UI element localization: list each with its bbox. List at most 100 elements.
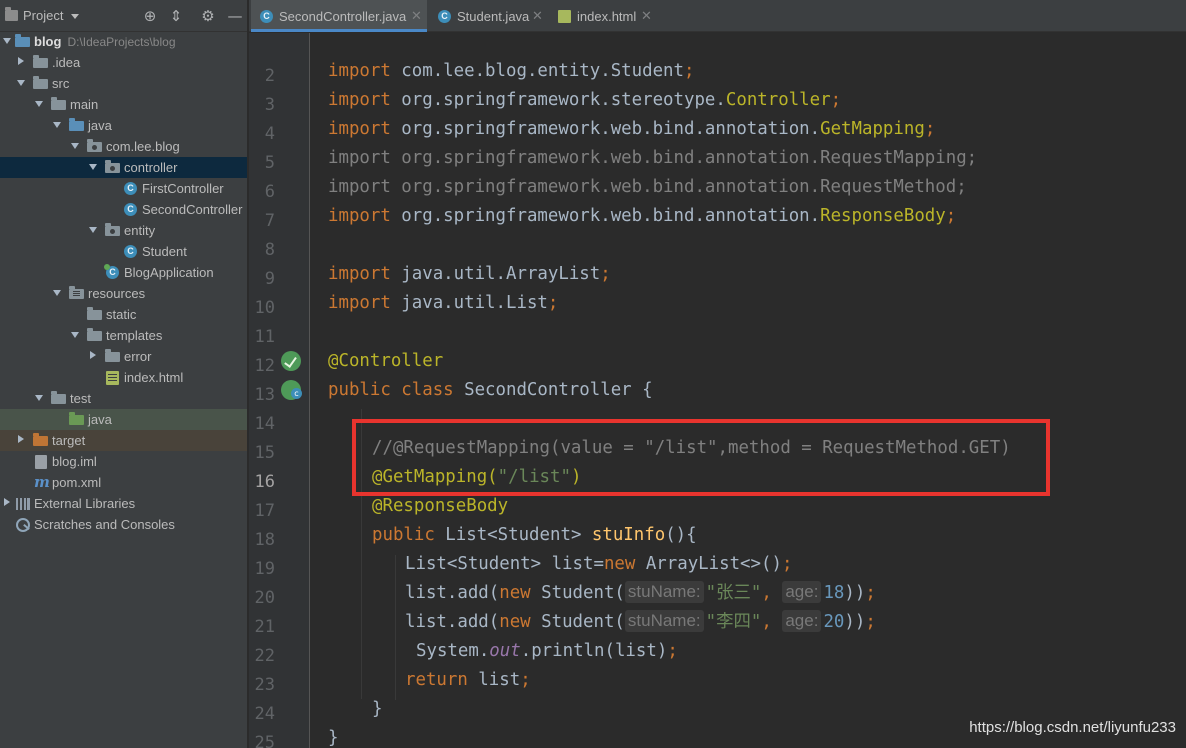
chevron-down-icon[interactable] [71,14,79,19]
line-number: 15 [254,443,275,463]
line-number: 5 [264,153,275,173]
folder-icon [105,349,120,362]
gear-icon[interactable]: ⚙ [199,7,217,25]
editor-gutter: 2 3 4 5 6 7 8 9 10 11 12 13 14 15 16 17 … [249,33,346,748]
param-hint: stuName: [624,581,704,603]
tree-item-target[interactable]: target [0,430,247,451]
html-file-icon [106,371,119,385]
scratches-icon [16,518,30,532]
tree-item-label: blog [34,34,62,49]
java-class-icon: C [124,182,137,195]
tree-item-label: FirstController [142,181,224,196]
code-line-26: } [328,728,339,748]
tree-item-index-html[interactable]: index.html [0,367,247,388]
tree-item-label: controller [124,160,178,175]
chevron-down-icon[interactable] [52,288,62,298]
tree-item-pom-xml[interactable]: m pom.xml [0,472,247,493]
tree-item-test-java[interactable]: java [0,409,247,430]
tree-item-blog-application[interactable]: C BlogApplication [0,262,247,283]
line-number: 22 [254,646,275,666]
tree-item-scratches[interactable]: Scratches and Consoles [0,514,247,535]
chevron-right-icon[interactable] [88,351,98,361]
spring-bean-icon[interactable] [281,351,301,371]
collapse-all-icon[interactable]: ⇕ [167,7,185,25]
project-panel: Project ⊕ ⇕ ⚙ — blog D:\IdeaProjects\blog… [0,0,248,748]
line-number: 17 [254,501,275,521]
line-number: 6 [264,182,275,202]
tree-item-external-libraries[interactable]: External Libraries [0,493,247,514]
chevron-down-icon[interactable] [70,330,80,340]
hide-panel-icon[interactable]: — [226,7,244,25]
spring-class-icon[interactable] [281,380,302,400]
editor-tab-bar: C SecondController.java ✕ C Student.java… [249,0,1186,32]
java-class-icon: C [260,10,273,23]
code-line-14: public class SecondController { [328,380,653,400]
chevron-down-icon[interactable] [88,162,98,172]
html-file-icon [558,10,571,23]
code-editor[interactable]: import com.lee.blog.entity.Student; impo… [311,33,1186,748]
line-number: 3 [264,95,275,115]
close-icon[interactable]: ✕ [411,8,422,24]
indent-guide [395,555,396,700]
line-number: 20 [254,588,275,608]
param-hint: age: [782,610,822,632]
tree-item-label: External Libraries [34,496,136,511]
tree-item-java[interactable]: java [0,115,247,136]
crosshair-icon[interactable]: ⊕ [141,7,159,25]
chevron-down-icon[interactable] [70,141,80,151]
tree-item-idea[interactable]: .idea [0,52,247,73]
tree-item-main[interactable]: main [0,94,247,115]
tab-index-html[interactable]: index.html ✕ [549,0,659,32]
chevron-down-icon[interactable] [16,78,26,88]
tree-item-error[interactable]: error [0,346,247,367]
tree-item-label: resources [88,286,146,301]
tree-item-second-controller[interactable]: C SecondController [0,199,247,220]
chevron-right-icon[interactable] [16,57,26,67]
tree-item-static[interactable]: static [0,304,247,325]
code-line-13: @Controller [328,351,444,371]
chevron-down-icon[interactable] [52,120,62,130]
tab-label: index.html [577,9,637,24]
chevron-down-icon[interactable] [34,393,44,403]
tree-item-student[interactable]: C Student [0,241,247,262]
project-panel-header: Project ⊕ ⇕ ⚙ — [0,0,247,32]
tree-item-label: .idea [52,55,81,70]
folder-icon [87,328,102,341]
code-line-20: List<Student> list=new ArrayList<>(); [405,554,793,574]
tree-item-templates[interactable]: templates [0,325,247,346]
tab-second-controller[interactable]: C SecondController.java ✕ [251,0,427,32]
tree-item-label: templates [106,328,163,343]
tree-item-blog-iml[interactable]: blog.iml [0,451,247,472]
tab-student[interactable]: C Student.java ✕ [429,0,547,32]
folder-icon [51,391,66,404]
code-line-24: return list; [405,670,531,690]
code-line-8: import org.springframework.web.bind.anno… [328,206,957,226]
tree-item-resources[interactable]: resources [0,283,247,304]
line-number: 8 [264,240,275,260]
tree-item-controller[interactable]: controller [0,157,247,178]
param-hint: age: [782,581,822,603]
close-icon[interactable]: ✕ [641,8,652,24]
chevron-down-icon[interactable] [34,99,44,109]
line-number: 12 [254,356,275,376]
chevron-down-icon[interactable] [88,225,98,235]
close-icon[interactable]: ✕ [532,8,543,24]
tree-item-blog[interactable]: blog D:\IdeaProjects\blog [0,31,247,52]
tree-item-label: target [52,433,86,448]
code-line-5: import org.springframework.web.bind.anno… [328,119,936,139]
tree-item-label: main [70,97,99,112]
line-number-current: 16 [254,472,275,492]
tree-item-first-controller[interactable]: C FirstController [0,178,247,199]
line-number: 7 [264,211,275,231]
line-number: 2 [264,66,275,86]
tree-item-src[interactable]: src [0,73,247,94]
project-view-selector[interactable]: Project [23,8,63,23]
tree-item-package[interactable]: com.lee.blog [0,136,247,157]
code-line-6: import org.springframework.web.bind.anno… [328,148,978,168]
chevron-right-icon[interactable] [16,435,26,445]
tree-item-entity[interactable]: entity [0,220,247,241]
tree-item-label: error [124,349,152,364]
chevron-down-icon[interactable] [2,36,12,46]
chevron-right-icon[interactable] [2,498,12,508]
tree-item-test[interactable]: test [0,388,247,409]
